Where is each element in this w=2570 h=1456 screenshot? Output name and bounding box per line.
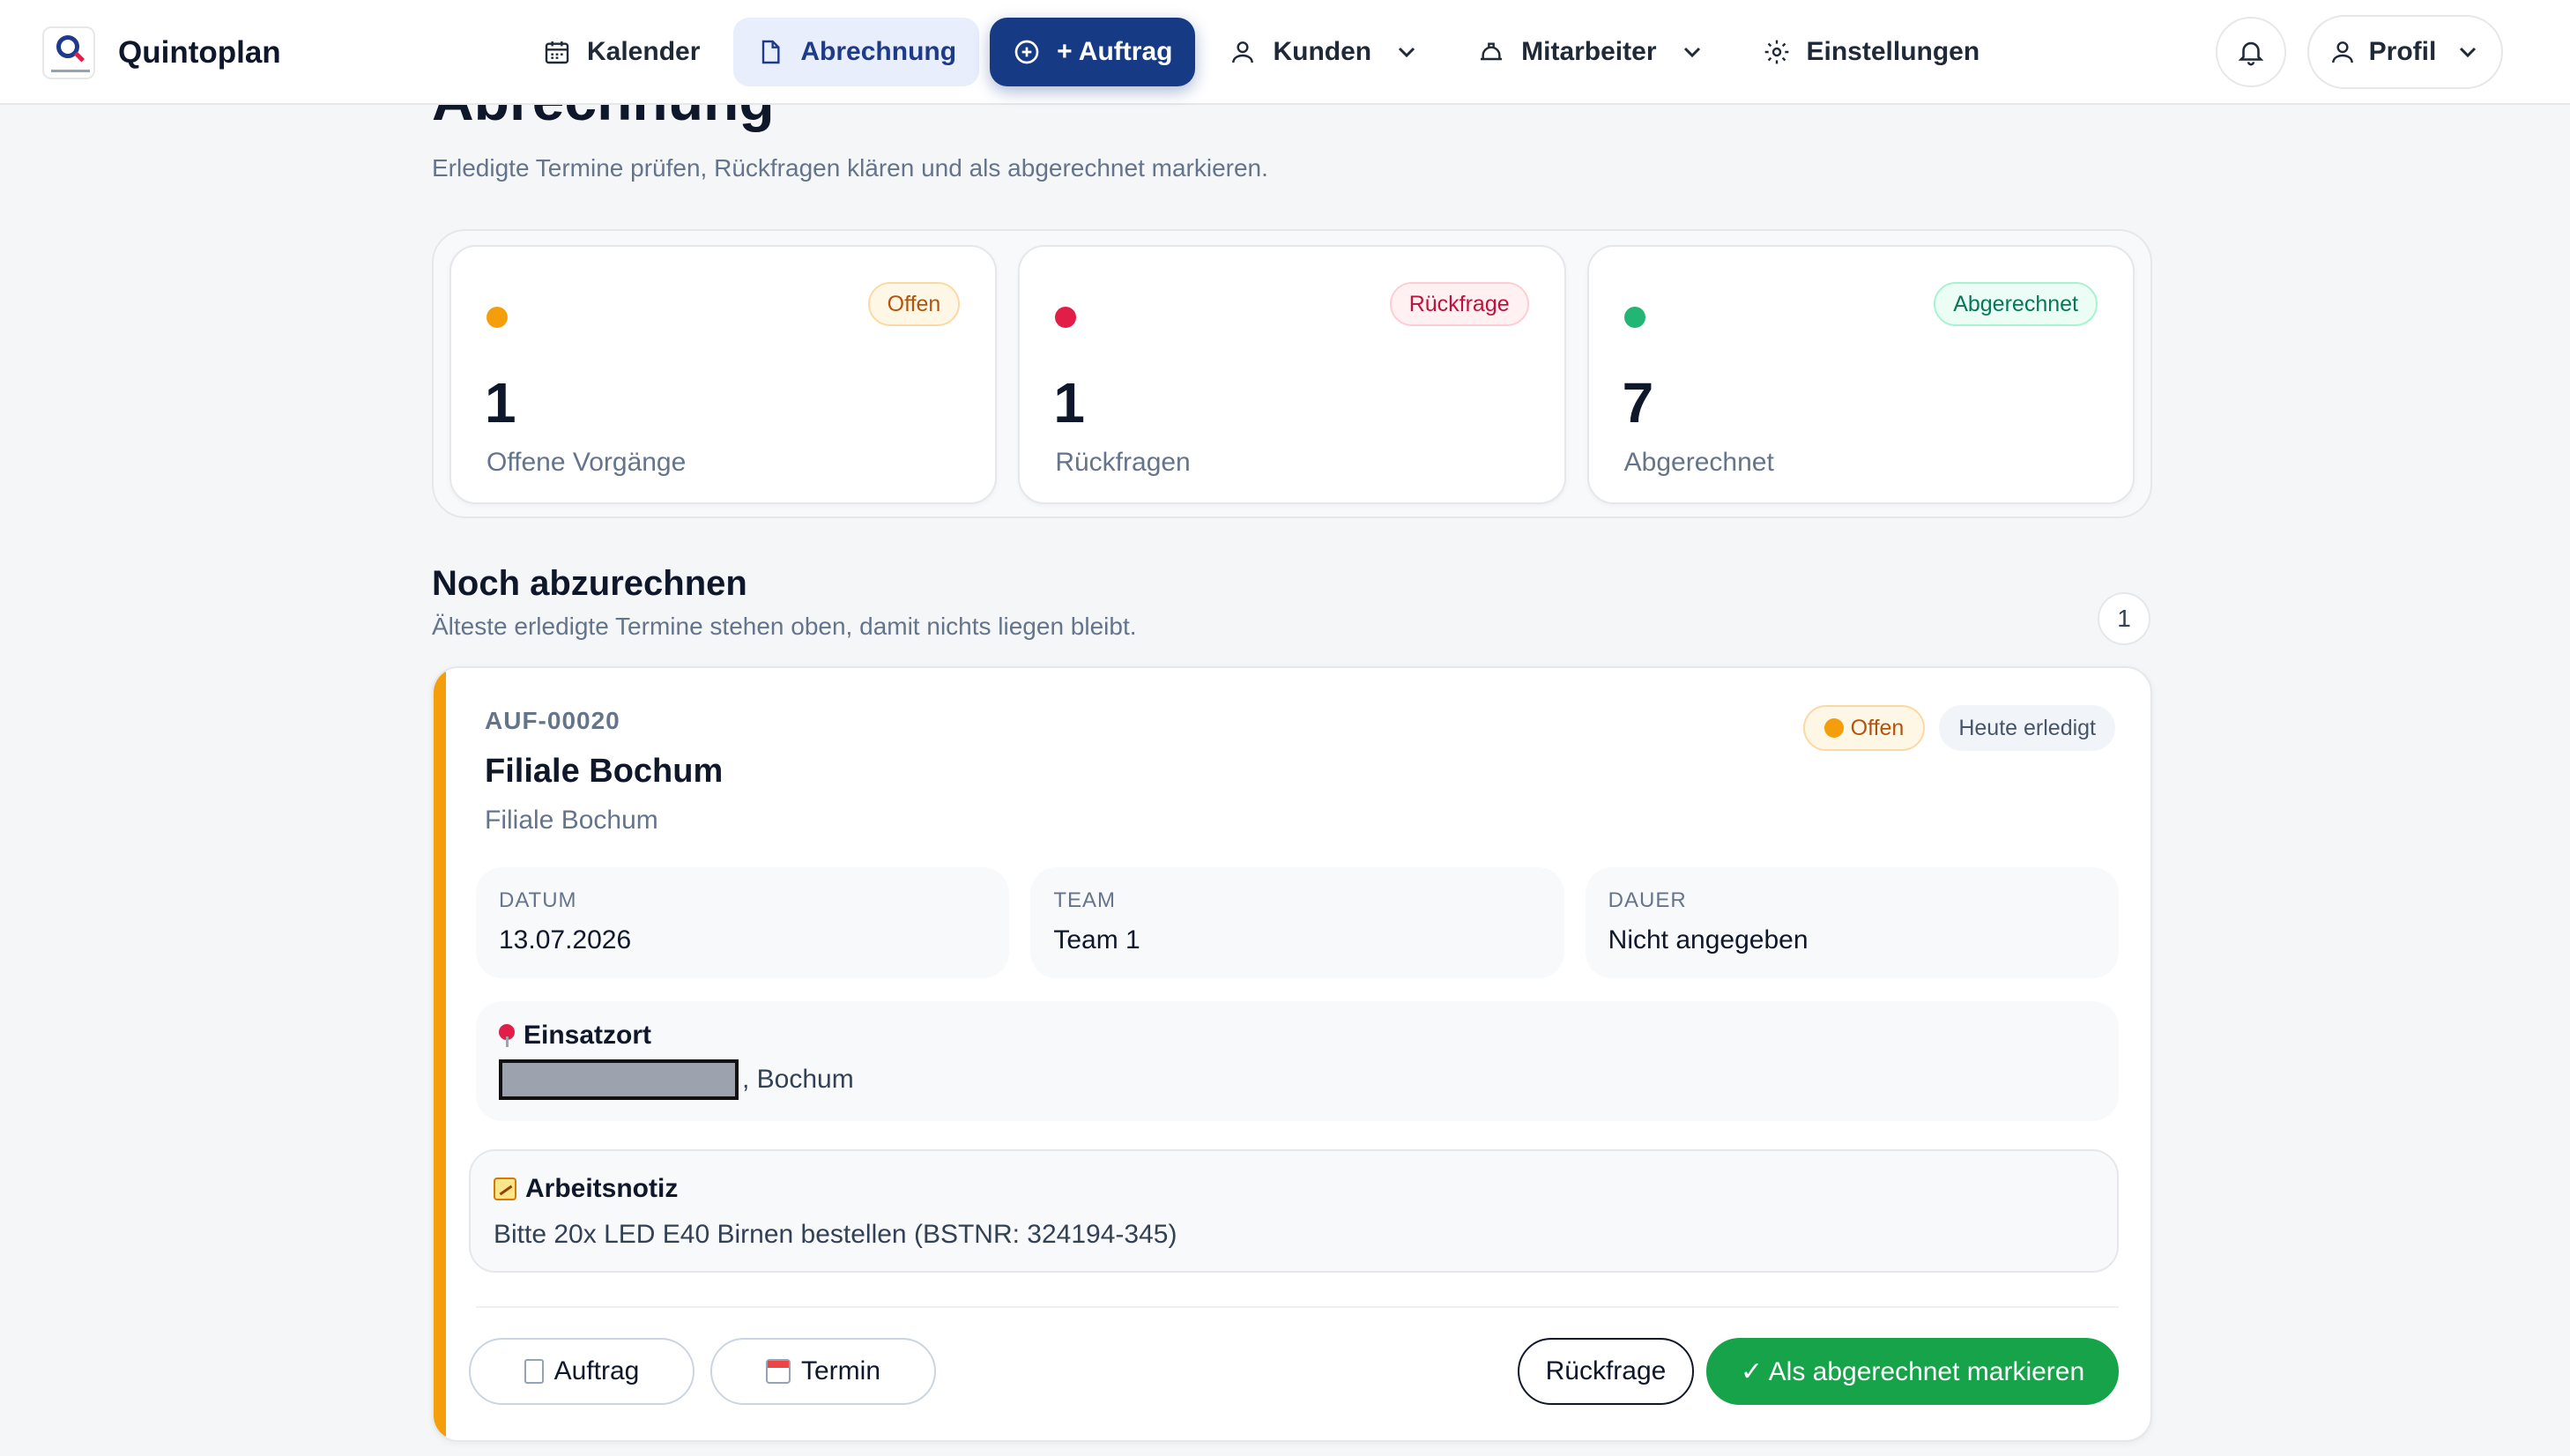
chevron-down-icon <box>2460 47 2477 58</box>
section-title: Noch abzurechnen <box>432 564 747 603</box>
section-subtitle: Älteste erledigte Termine stehen oben, d… <box>432 613 1137 640</box>
document-icon <box>762 40 780 64</box>
location-city: , Bochum <box>742 1065 854 1094</box>
hard-hat-icon <box>1481 42 1503 61</box>
brand-logo <box>42 26 95 79</box>
stat-value-abgerechnet: 7 <box>1622 371 1654 435</box>
done-today-badge: Heute erledigt <box>1939 705 2115 751</box>
open-auftrag-label: Auftrag <box>553 1356 640 1385</box>
gear-icon <box>1764 40 1788 64</box>
open-auftrag-button[interactable]: Auftrag <box>469 1338 694 1405</box>
info-datum: DATUM 13.07.2026 <box>476 867 1010 978</box>
redacted-street <box>499 1059 739 1100</box>
stat-value-rueckfrage: 1 <box>1053 371 1085 435</box>
nav-kalender[interactable]: Kalender <box>520 18 723 86</box>
nav-kalender-label: Kalender <box>587 37 701 66</box>
info-datum-value: 13.07.2026 <box>499 925 632 955</box>
location-address: , Bochum <box>499 1059 2096 1100</box>
open-termin-label: Termin <box>800 1356 880 1385</box>
card-status-accent <box>434 668 446 1440</box>
note-text: Bitte 20x LED E40 Birnen bestellen (BSTN… <box>494 1220 1177 1249</box>
location-box: Einsatzort , Bochum <box>476 1001 2119 1121</box>
nav-einstellungen[interactable]: Einstellungen <box>1740 18 2003 86</box>
info-team-key: TEAM <box>1053 888 1116 912</box>
location-label: Einsatzort <box>524 1021 652 1050</box>
work-note-box: Arbeitsnotiz Bitte 20x LED E40 Birnen be… <box>469 1149 2119 1273</box>
card-subtitle: Filiale Bochum <box>485 806 658 835</box>
location-heading: Einsatzort <box>499 1021 2096 1051</box>
chevron-down-icon <box>1399 47 1415 58</box>
nav-mitarbeiter-label: Mitarbeiter <box>1521 37 1657 66</box>
status-dot-red <box>1055 307 1077 328</box>
calendar-icon <box>545 41 569 64</box>
page-subtitle: Erledigte Termine prüfen, Rückfragen klä… <box>432 154 1268 182</box>
brand-name: Quintoplan <box>118 35 281 70</box>
brand[interactable]: Quintoplan <box>42 26 281 79</box>
card-info-row: DATUM 13.07.2026 TEAM Team 1 DAUER Nicht… <box>476 867 2119 978</box>
note-label: Arbeitsnotiz <box>525 1174 679 1203</box>
card-title: Filiale Bochum <box>485 753 724 790</box>
nav-abrechnung-label: Abrechnung <box>800 37 957 66</box>
top-navigation-bar: Quintoplan Kalender Abrechnung + Auftrag… <box>0 0 2570 105</box>
rueckfrage-button[interactable]: Rückfrage <box>1518 1338 1694 1405</box>
stat-card-offen[interactable]: Offen 1 Offene Vorgänge <box>449 245 998 504</box>
profile-label: Profil <box>2368 37 2437 66</box>
nav-new-auftrag-label: + Auftrag <box>1057 37 1173 66</box>
nav-abrechnung[interactable]: Abrechnung <box>733 18 980 86</box>
card-tags: Offen Heute erledigt <box>1802 705 2115 751</box>
status-dot-orange <box>487 307 508 328</box>
profile-menu-button[interactable]: Profil <box>2307 15 2503 89</box>
calendar-icon <box>765 1359 791 1384</box>
document-icon <box>524 1359 544 1384</box>
info-team-value: Team 1 <box>1053 925 1140 955</box>
status-badge-rueckfrage: Rückfrage <box>1389 282 1529 326</box>
info-dauer-key: DAUER <box>1608 888 1687 912</box>
info-datum-key: DATUM <box>499 888 577 912</box>
status-badge-offen: Offen <box>1802 705 1926 751</box>
stat-label-rueckfrage: Rückfragen <box>1055 448 1191 477</box>
status-badge-offen: Offen <box>867 282 961 326</box>
pending-count-badge: 1 <box>2098 592 2150 645</box>
memo-icon <box>494 1177 516 1200</box>
divider <box>476 1306 2119 1308</box>
status-badge-label: Offen <box>1850 715 1905 740</box>
status-dot-green <box>1623 307 1645 328</box>
note-heading: Arbeitsnotiz <box>494 1174 2094 1204</box>
order-code: AUF-00020 <box>485 707 620 734</box>
status-badge-abgerechnet: Abgerechnet <box>1934 282 2098 326</box>
main-nav: Kalender Abrechnung + Auftrag Kunden Mit… <box>520 18 2002 86</box>
orange-circle-icon <box>1824 718 1844 738</box>
nav-kunden[interactable]: Kunden <box>1206 18 1444 86</box>
info-team: TEAM Team 1 <box>1030 867 1564 978</box>
stat-card-rueckfrage[interactable]: Rückfrage 1 Rückfragen <box>1018 245 1566 504</box>
stat-value-offen: 1 <box>485 371 516 435</box>
nav-new-auftrag-button[interactable]: + Auftrag <box>990 18 1196 86</box>
mark-billed-button[interactable]: ✓ Als abgerechnet markieren <box>1706 1338 2119 1405</box>
nav-einstellungen-label: Einstellungen <box>1806 37 1980 66</box>
nav-mitarbeiter[interactable]: Mitarbeiter <box>1454 18 1728 86</box>
chevron-down-icon <box>1683 47 1700 58</box>
billing-card: AUF-00020 Filiale Bochum Filiale Bochum … <box>432 666 2152 1442</box>
open-termin-button[interactable]: Termin <box>710 1338 936 1405</box>
bell-icon <box>2238 41 2264 66</box>
user-icon <box>1232 41 1254 63</box>
pin-icon <box>499 1024 515 1047</box>
stats-panel: Offen 1 Offene Vorgänge Rückfrage 1 Rück… <box>432 229 2152 518</box>
stat-label-abgerechnet: Abgerechnet <box>1623 448 1774 477</box>
nav-kunden-label: Kunden <box>1273 37 1372 66</box>
stat-card-abgerechnet[interactable]: Abgerechnet 7 Abgerechnet <box>1586 245 2135 504</box>
notifications-button[interactable] <box>2216 17 2286 87</box>
stat-label-offen: Offene Vorgänge <box>487 448 687 477</box>
user-icon <box>2331 41 2353 63</box>
info-dauer-value: Nicht angegeben <box>1608 925 1809 955</box>
info-dauer: DAUER Nicht angegeben <box>1585 867 2119 978</box>
plus-circle-icon <box>1014 40 1039 64</box>
